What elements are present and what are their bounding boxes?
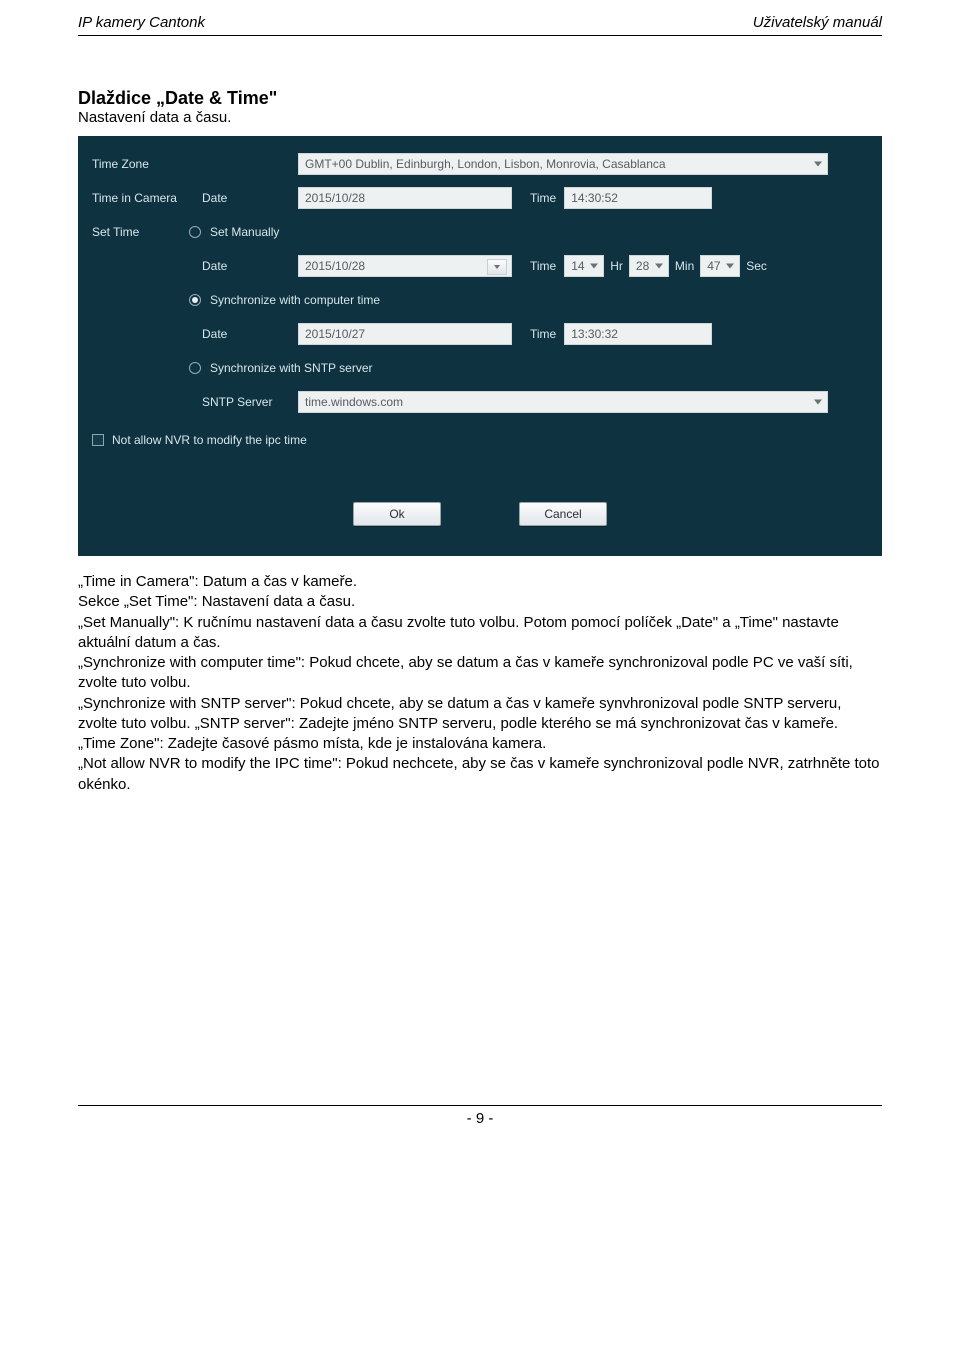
chevron-down-icon bbox=[814, 162, 822, 167]
chevron-down-icon bbox=[726, 264, 734, 269]
button-bar: Ok Cancel bbox=[92, 502, 868, 526]
label-sntp-server: SNTP Server bbox=[202, 395, 298, 409]
label-nvr-modify: Not allow NVR to modify the ipc time bbox=[104, 433, 307, 447]
manual-date-input[interactable]: 2015/10/28 bbox=[298, 255, 512, 277]
body-p6: „Time Zone": Zadejte časové pásmo místa,… bbox=[78, 734, 882, 754]
timezone-select[interactable]: GMT+00 Dublin, Edinburgh, London, Lisbon… bbox=[298, 153, 828, 175]
camera-date-field: 2015/10/28 bbox=[298, 187, 512, 209]
chevron-down-icon bbox=[655, 264, 663, 269]
body-p5: „Synchronize with SNTP server": Pokud ch… bbox=[78, 694, 882, 735]
body-p1: „Time in Camera": Datum a čas v kameře. bbox=[78, 572, 882, 592]
checkbox-nvr-modify[interactable] bbox=[92, 434, 104, 446]
body-p7: „Not allow NVR to modify the IPC time": … bbox=[78, 754, 882, 795]
label-min: Min bbox=[669, 259, 700, 273]
radio-set-manually[interactable] bbox=[189, 226, 201, 238]
page-header: IP kamery Cantonk Uživatelský manuál bbox=[0, 0, 960, 33]
manual-date-value: 2015/10/28 bbox=[305, 259, 365, 273]
hour-value: 14 bbox=[571, 259, 584, 273]
label-date-manual: Date bbox=[202, 259, 298, 273]
page-number: - 9 - bbox=[0, 1106, 960, 1141]
cancel-button[interactable]: Cancel bbox=[519, 502, 607, 526]
label-sec: Sec bbox=[740, 259, 773, 273]
camera-time-value: 14:30:52 bbox=[571, 191, 618, 205]
body-p4: „Synchronize with computer time": Pokud … bbox=[78, 653, 882, 694]
minute-value: 28 bbox=[636, 259, 649, 273]
label-time-in-camera: Time in Camera bbox=[92, 191, 188, 205]
computer-date-field: 2015/10/27 bbox=[298, 323, 512, 345]
chevron-down-icon bbox=[814, 400, 822, 405]
second-value: 47 bbox=[707, 259, 720, 273]
camera-date-value: 2015/10/28 bbox=[305, 191, 365, 205]
label-time-computer: Time bbox=[512, 327, 564, 341]
header-right: Uživatelský manuál bbox=[753, 14, 882, 31]
second-select[interactable]: 47 bbox=[700, 255, 740, 277]
radio-sync-computer[interactable] bbox=[189, 294, 201, 306]
label-sync-computer: Synchronize with computer time bbox=[202, 293, 380, 307]
body-p2: Sekce „Set Time": Nastavení data a času. bbox=[78, 592, 882, 612]
sntp-server-select[interactable]: time.windows.com bbox=[298, 391, 828, 413]
camera-time-field: 14:30:52 bbox=[564, 187, 712, 209]
minute-select[interactable]: 28 bbox=[629, 255, 669, 277]
label-hr: Hr bbox=[604, 259, 629, 273]
label-time: Time bbox=[512, 191, 564, 205]
computer-time-field: 13:30:32 bbox=[564, 323, 712, 345]
calendar-dropdown-icon[interactable] bbox=[487, 259, 507, 275]
label-set-manually: Set Manually bbox=[202, 225, 279, 239]
radio-sync-sntp[interactable] bbox=[189, 362, 201, 374]
settings-panel: Time Zone GMT+00 Dublin, Edinburgh, Lond… bbox=[78, 136, 882, 556]
label-date-computer: Date bbox=[202, 327, 298, 341]
section-title: Dlaždice „Date & Time" bbox=[0, 88, 960, 109]
hour-select[interactable]: 14 bbox=[564, 255, 604, 277]
header-left: IP kamery Cantonk bbox=[78, 14, 205, 31]
sntp-server-value: time.windows.com bbox=[305, 395, 403, 409]
timezone-value: GMT+00 Dublin, Edinburgh, London, Lisbon… bbox=[305, 157, 666, 171]
body-p3: „Set Manually": K ručnímu nastavení data… bbox=[78, 613, 882, 654]
ok-button[interactable]: Ok bbox=[353, 502, 441, 526]
label-sync-sntp: Synchronize with SNTP server bbox=[202, 361, 373, 375]
label-timezone: Time Zone bbox=[92, 157, 188, 171]
section-subtitle: Nastavení data a času. bbox=[0, 109, 960, 132]
body-text: „Time in Camera": Datum a čas v kameře. … bbox=[0, 562, 960, 795]
label-date: Date bbox=[202, 191, 298, 205]
chevron-down-icon bbox=[590, 264, 598, 269]
computer-date-value: 2015/10/27 bbox=[305, 327, 365, 341]
label-set-time: Set Time bbox=[92, 225, 188, 239]
computer-time-value: 13:30:32 bbox=[571, 327, 618, 341]
label-time-manual: Time bbox=[512, 259, 564, 273]
